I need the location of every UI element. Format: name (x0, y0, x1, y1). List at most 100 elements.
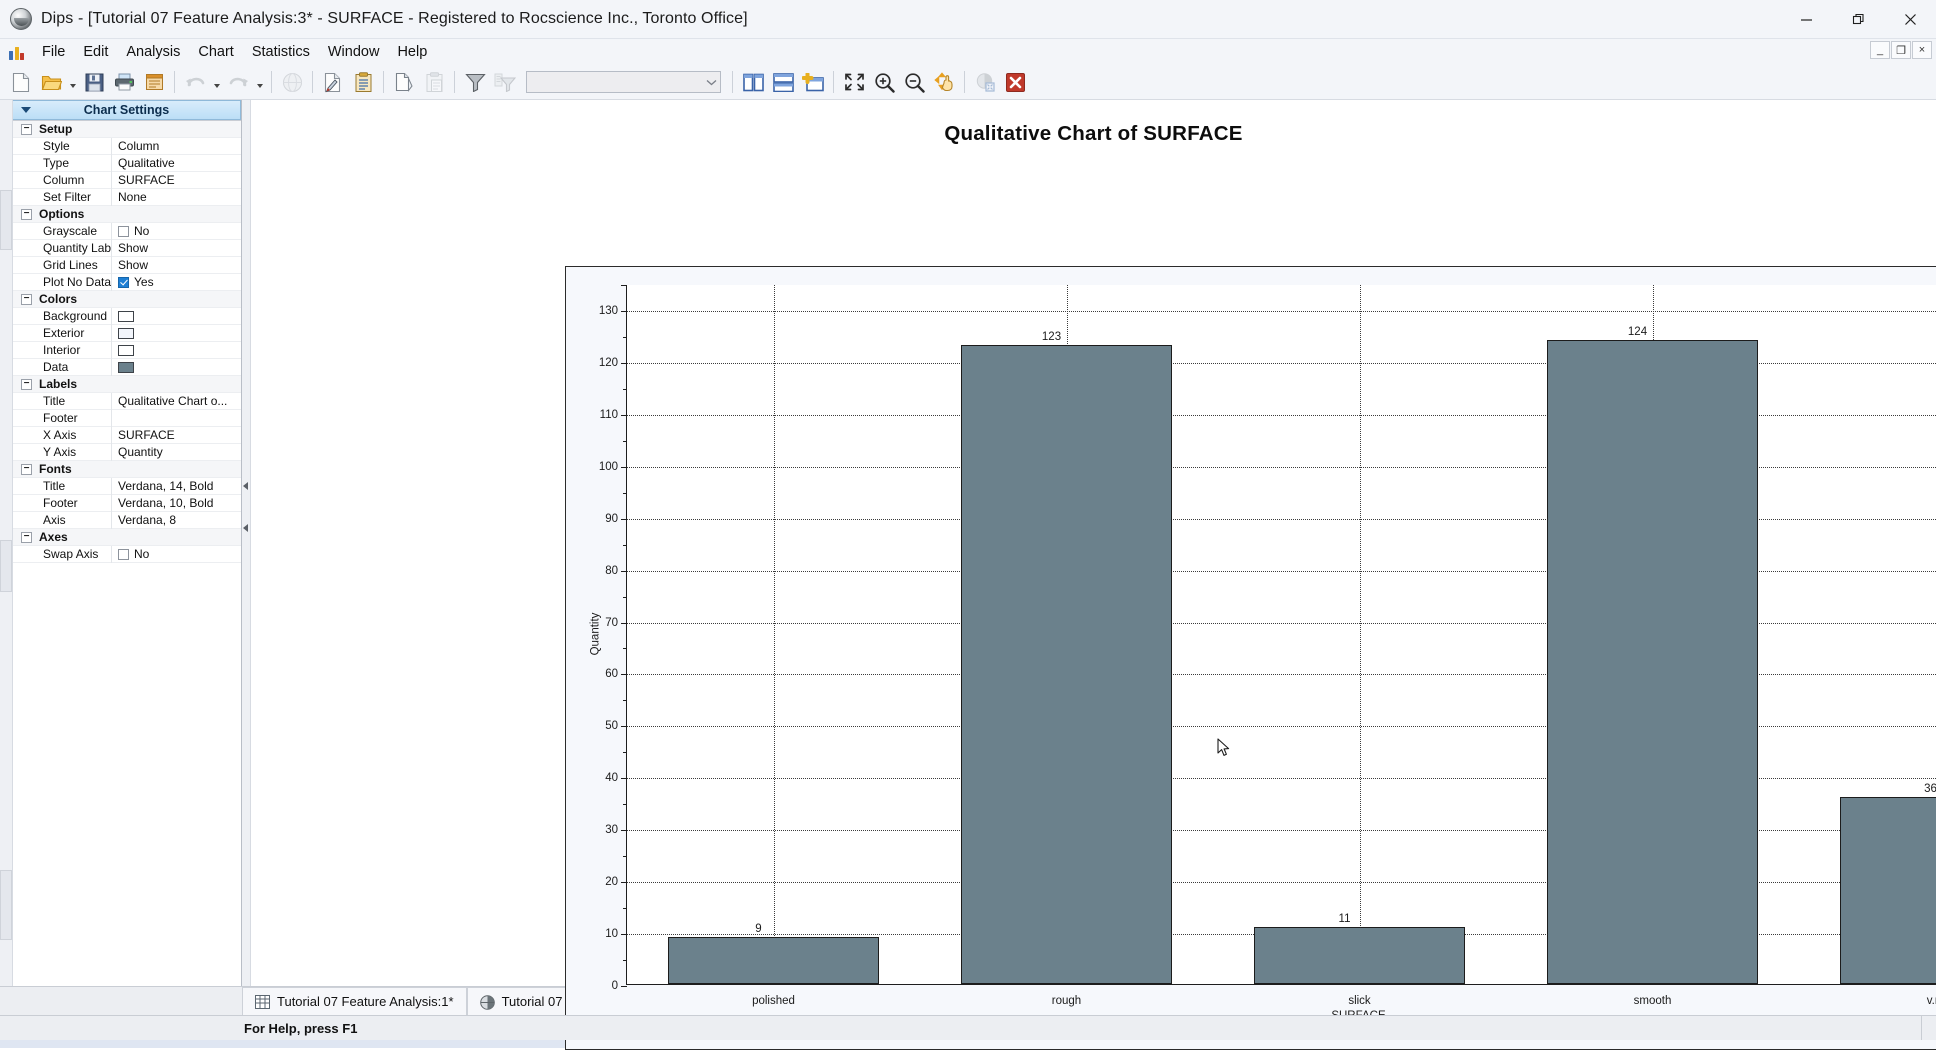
menu-analysis[interactable]: Analysis (117, 42, 189, 62)
collapse-panel-arrow-icon[interactable] (243, 482, 248, 490)
stereonet-icon[interactable] (277, 68, 307, 96)
document-tab-1[interactable]: Tutorial 07 Feature Analysis:1* (242, 987, 467, 1015)
new-window-icon[interactable] (798, 68, 828, 96)
bar-v-rough[interactable] (1840, 797, 1936, 984)
chevron-down-icon[interactable] (702, 79, 720, 86)
minimize-icon[interactable] (1780, 0, 1832, 38)
settings-row-value[interactable] (111, 342, 241, 359)
paste-icon[interactable] (419, 68, 449, 96)
expand-collapse-icon[interactable]: − (21, 532, 32, 543)
settings-row-value[interactable]: Column (111, 138, 241, 155)
menu-window[interactable]: Window (319, 42, 389, 62)
color-swatch-background[interactable] (118, 311, 134, 322)
settings-row-type[interactable]: TypeQualitative (13, 155, 241, 172)
filter-settings-icon[interactable] (490, 68, 520, 96)
zoom-all-icon[interactable] (839, 68, 869, 96)
open-folder-icon[interactable] (36, 68, 66, 96)
settings-section-labels[interactable]: −Labels (13, 376, 241, 393)
settings-row-value[interactable]: None (111, 189, 241, 206)
copy-icon[interactable] (389, 68, 419, 96)
settings-section-colors[interactable]: −Colors (13, 291, 241, 308)
settings-row-grid-lines[interactable]: Grid LinesShow (13, 257, 241, 274)
settings-row-data[interactable]: Data (13, 359, 241, 376)
settings-row-quantity-labels[interactable]: Quantity LabelsShow (13, 240, 241, 257)
filter-combo[interactable] (526, 71, 721, 93)
redo-icon[interactable] (223, 68, 253, 96)
settings-row-column[interactable]: ColumnSURFACE (13, 172, 241, 189)
print-preview-icon[interactable] (139, 68, 169, 96)
open-folder-dropdown-arrow[interactable] (66, 68, 79, 96)
color-swatch-interior[interactable] (118, 345, 134, 356)
tile-horizontal-icon[interactable] (768, 68, 798, 96)
expand-collapse-icon[interactable]: − (21, 209, 32, 220)
settings-row-x-axis[interactable]: X AxisSURFACE (13, 427, 241, 444)
restore-icon[interactable] (1832, 0, 1884, 38)
settings-section-axes[interactable]: −Axes (13, 529, 241, 546)
expand-collapse-icon[interactable]: − (21, 464, 32, 475)
expand-collapse-icon[interactable]: − (21, 294, 32, 305)
settings-row-value[interactable]: Qualitative (111, 155, 241, 172)
menu-statistics[interactable]: Statistics (243, 42, 319, 62)
settings-row-value[interactable]: Quantity (111, 444, 241, 461)
settings-row-grayscale[interactable]: GrayscaleNo (13, 223, 241, 240)
settings-row-value[interactable] (111, 359, 241, 376)
close-view-icon[interactable] (1000, 68, 1030, 96)
settings-row-value[interactable]: Yes (111, 274, 241, 291)
settings-row-value[interactable]: Show (111, 257, 241, 274)
color-swatch-exterior[interactable] (118, 328, 134, 339)
settings-row-value[interactable]: SURFACE (111, 427, 241, 444)
rail-tab-1[interactable] (0, 190, 12, 250)
bar-smooth[interactable] (1547, 340, 1758, 984)
expand-panel-arrow-icon[interactable] (243, 524, 248, 532)
settings-row-title[interactable]: TitleQualitative Chart o... (13, 393, 241, 410)
undo-icon[interactable] (180, 68, 210, 96)
settings-row-value[interactable] (111, 410, 241, 427)
save-icon[interactable] (79, 68, 109, 96)
settings-row-axis[interactable]: AxisVerdana, 8 (13, 512, 241, 529)
settings-row-y-axis[interactable]: Y AxisQuantity (13, 444, 241, 461)
settings-row-value[interactable]: Verdana, 8 (111, 512, 241, 529)
filter-icon[interactable] (460, 68, 490, 96)
zoom-out-icon[interactable] (899, 68, 929, 96)
bar-rough[interactable] (961, 345, 1172, 984)
color-swatch-data[interactable] (118, 362, 134, 373)
menu-edit[interactable]: Edit (74, 42, 117, 62)
settings-row-value[interactable]: Qualitative Chart o... (111, 393, 241, 410)
settings-row-value[interactable] (111, 325, 241, 342)
settings-section-setup[interactable]: −Setup (13, 121, 241, 138)
checkbox-grayscale[interactable] (118, 226, 129, 237)
settings-row-value[interactable] (111, 308, 241, 325)
settings-row-style[interactable]: StyleColumn (13, 138, 241, 155)
settings-row-value[interactable]: Verdana, 14, Bold (111, 478, 241, 495)
panel-resize-grip[interactable] (242, 100, 251, 986)
pan-icon[interactable] (929, 68, 959, 96)
settings-row-value[interactable]: No (111, 546, 241, 563)
mdi-close-button[interactable]: × (1912, 41, 1932, 59)
chart-settings-header[interactable]: Chart Settings (13, 100, 241, 120)
settings-row-value[interactable]: No (111, 223, 241, 240)
tile-vertical-icon[interactable] (738, 68, 768, 96)
settings-row-title[interactable]: TitleVerdana, 14, Bold (13, 478, 241, 495)
expand-collapse-icon[interactable]: − (21, 379, 32, 390)
close-icon[interactable] (1884, 0, 1936, 38)
zoom-in-icon[interactable] (869, 68, 899, 96)
settings-section-options[interactable]: −Options (13, 206, 241, 223)
settings-row-plot-no-data[interactable]: Plot No DataYes (13, 274, 241, 291)
edit-data-icon[interactable] (318, 68, 348, 96)
redo-dropdown-arrow[interactable] (253, 68, 266, 96)
settings-row-exterior[interactable]: Exterior (13, 325, 241, 342)
menu-file[interactable]: File (33, 42, 74, 62)
settings-row-swap-axis[interactable]: Swap AxisNo (13, 546, 241, 563)
rail-tab-2[interactable] (0, 540, 12, 592)
mdi-restore-button[interactable]: ❐ (1891, 41, 1911, 59)
settings-row-value[interactable]: Show (111, 240, 241, 257)
mdi-minimize-button[interactable]: _ (1870, 41, 1890, 59)
clipboard-list-icon[interactable] (348, 68, 378, 96)
new-file-icon[interactable] (6, 68, 36, 96)
settings-row-background[interactable]: Background (13, 308, 241, 325)
settings-row-set-filter[interactable]: Set FilterNone (13, 189, 241, 206)
expand-collapse-icon[interactable]: − (21, 124, 32, 135)
checkbox-plot-no-data[interactable] (118, 277, 129, 288)
rail-tab-3[interactable] (0, 870, 12, 940)
bar-slick[interactable] (1254, 927, 1465, 984)
